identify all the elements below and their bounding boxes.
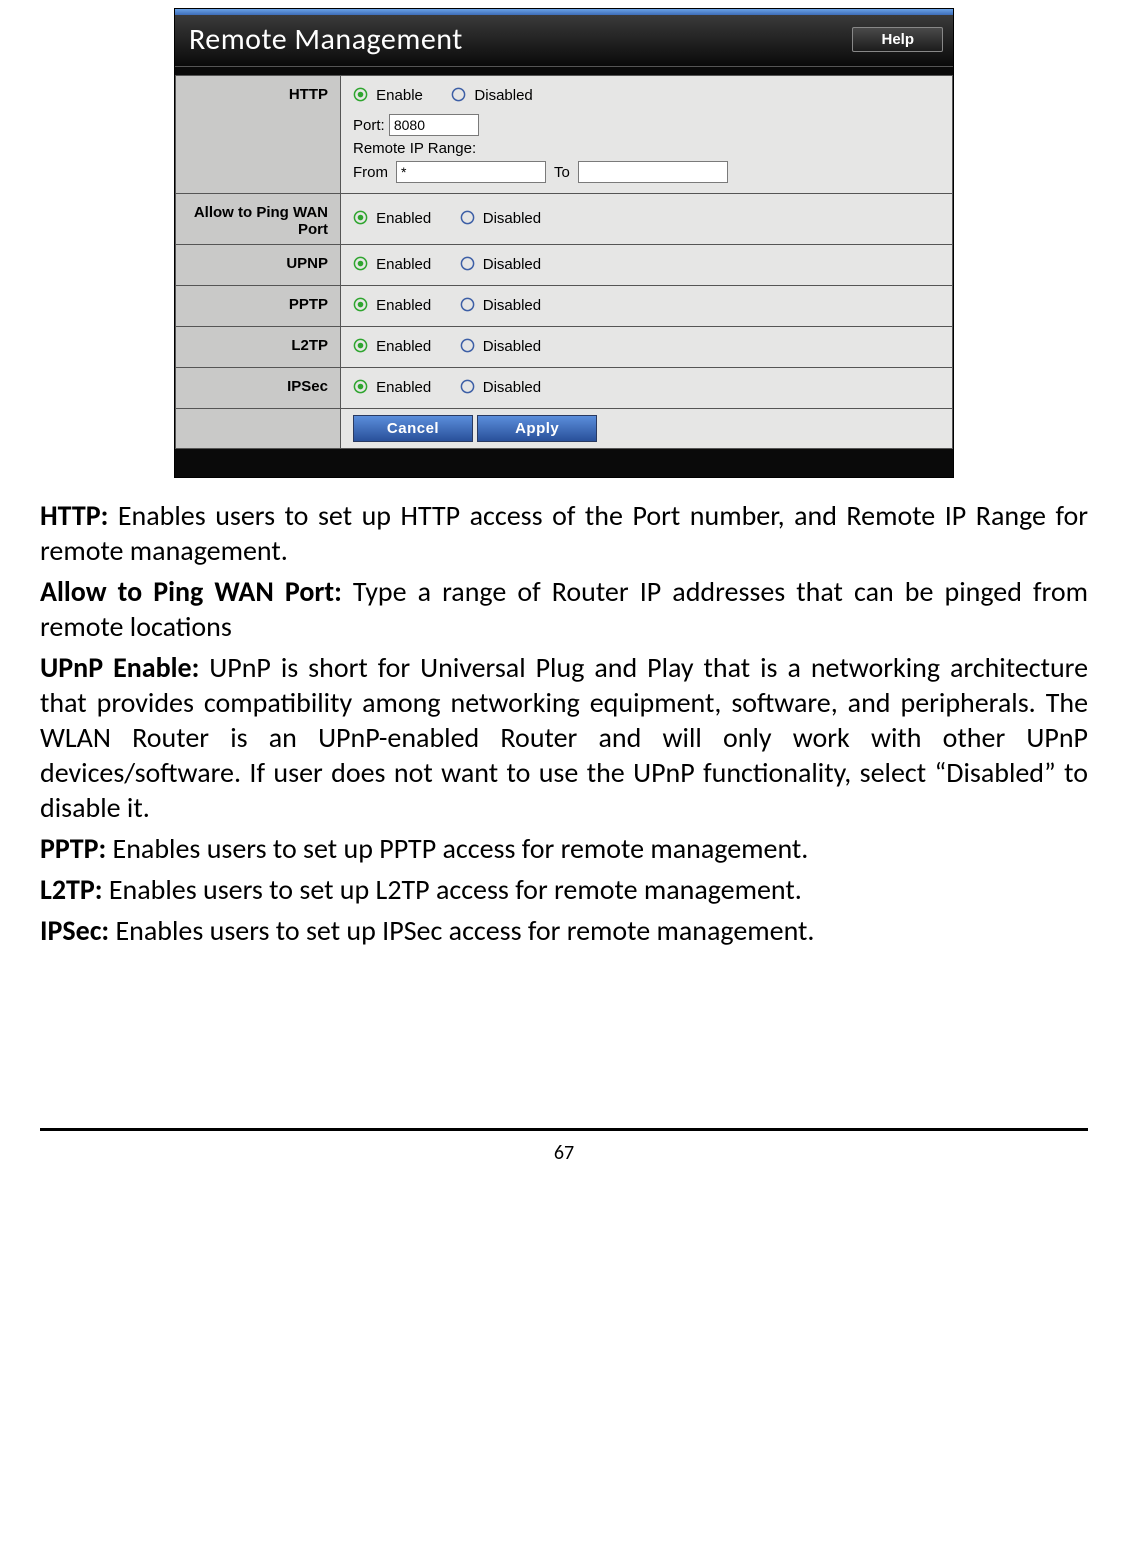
desc-ipsec: IPSec: Enables users to set up IPSec acc… [40,913,1088,948]
pptp-disabled-radio[interactable] [460,297,483,314]
page-footer: 67 [40,1128,1088,1165]
pptp-disabled-label: Disabled [483,297,541,314]
row-value-upnp: Enabled Disabled [341,245,953,286]
ipsec-disabled-label: Disabled [483,379,541,396]
panel-titlebar: Remote Management Help [175,15,953,67]
upnp-enabled-label: Enabled [376,256,431,273]
to-input[interactable] [578,161,728,183]
desc-http-text: Enables users to set up HTTP access of t… [40,498,1088,568]
desc-upnp: UPnP Enable: UPnP is short for Universal… [40,650,1088,825]
desc-http: HTTP: Enables users to set up HTTP acces… [40,498,1088,568]
http-disabled-radio[interactable] [451,87,474,104]
row-label-buttons [176,409,341,449]
l2tp-enabled-radio[interactable] [353,338,376,355]
ipsec-enabled-radio[interactable] [353,379,376,396]
row-value-pingwan: Enabled Disabled [341,194,953,245]
pptp-enabled-radio[interactable] [353,297,376,314]
port-label: Port: [353,117,385,134]
http-disabled-label: Disabled [474,87,532,104]
upnp-disabled-radio[interactable] [460,256,483,273]
row-value-l2tp: Enabled Disabled [341,327,953,368]
row-label-pingwan: Allow to Ping WAN Port [176,194,341,245]
remote-ip-range-label: Remote IP Range: [353,140,476,157]
desc-l2tp: L2TP: Enables users to set up L2TP acces… [40,872,1088,907]
pingwan-enabled-radio[interactable] [353,210,376,227]
desc-ipsec-label: IPSec: [40,913,109,948]
from-input[interactable] [396,161,546,183]
router-panel: Remote Management Help HTTP Enable Disab… [174,8,954,478]
cancel-button[interactable]: Cancel [353,415,473,442]
row-label-upnp: UPNP [176,245,341,286]
l2tp-enabled-label: Enabled [376,338,431,355]
desc-upnp-label: UPnP Enable: [40,650,199,685]
pingwan-enabled-label: Enabled [376,210,431,227]
desc-pptp-text: Enables users to set up PPTP access for … [106,831,808,866]
panel-footer-strip [175,449,953,477]
page-number: 67 [554,1141,574,1165]
row-value-ipsec: Enabled Disabled [341,368,953,409]
desc-http-label: HTTP: [40,498,108,533]
desc-ipsec-text: Enables users to set up IPSec access for… [109,913,814,948]
ipsec-disabled-radio[interactable] [460,379,483,396]
l2tp-disabled-label: Disabled [483,338,541,355]
upnp-enabled-radio[interactable] [353,256,376,273]
upnp-disabled-label: Disabled [483,256,541,273]
http-enable-label: Enable [376,87,423,104]
desc-l2tp-text: Enables users to set up L2TP access for … [103,872,802,907]
desc-pingwan: Allow to Ping WAN Port: Type a range of … [40,574,1088,644]
panel-title: Remote Management [189,21,463,58]
apply-button[interactable]: Apply [477,415,597,442]
row-label-ipsec: IPSec [176,368,341,409]
pingwan-disabled-radio[interactable] [460,210,483,227]
pingwan-disabled-label: Disabled [483,210,541,227]
desc-pptp-label: PPTP: [40,831,106,866]
desc-pptp: PPTP: Enables users to set up PPTP acces… [40,831,1088,866]
row-label-http: HTTP [176,76,341,194]
ipsec-enabled-label: Enabled [376,379,431,396]
desc-l2tp-label: L2TP: [40,872,103,907]
row-label-pptp: PPTP [176,286,341,327]
row-label-l2tp: L2TP [176,327,341,368]
pptp-enabled-label: Enabled [376,297,431,314]
row-value-http: Enable Disabled Port: Remote IP Range: F… [341,76,953,194]
row-value-pptp: Enabled Disabled [341,286,953,327]
help-button[interactable]: Help [852,27,943,52]
from-label: From [353,164,388,181]
to-label: To [554,164,570,181]
desc-pingwan-label: Allow to Ping WAN Port: [40,574,342,609]
port-input[interactable] [389,114,479,136]
http-enable-radio[interactable] [353,87,376,104]
button-row: Cancel Apply [341,409,953,449]
l2tp-disabled-radio[interactable] [460,338,483,355]
config-table: HTTP Enable Disabled Port: Remote IP R [175,75,953,449]
